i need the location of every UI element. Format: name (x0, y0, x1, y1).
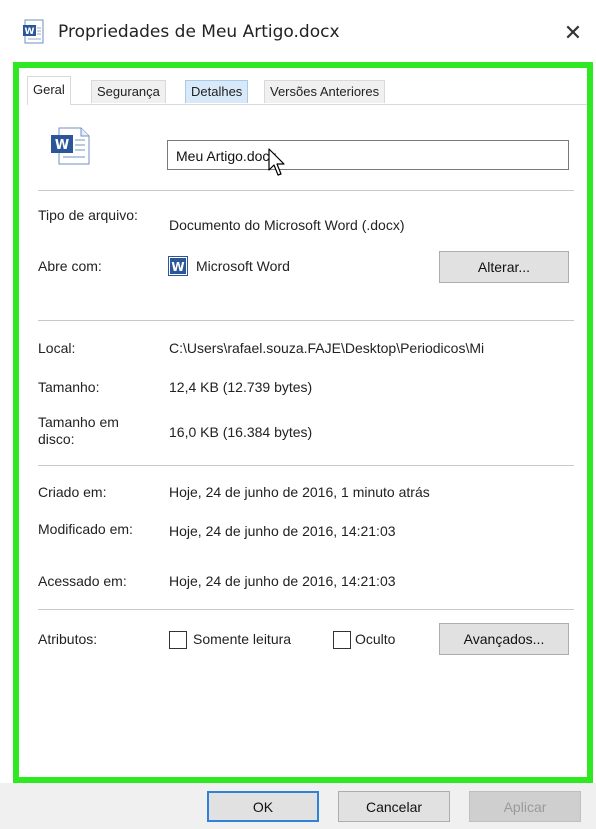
readonly-checkbox[interactable] (169, 631, 187, 649)
size-on-disk-label: Tamanho em disco: (38, 414, 119, 447)
size-label: Tamanho: (38, 379, 100, 395)
tab-details[interactable]: Detalhes (185, 80, 249, 103)
location-label: Local: (38, 340, 76, 356)
mouse-cursor-icon (268, 148, 285, 176)
change-button[interactable]: Alterar... (439, 251, 569, 283)
modified-value: Hoje, 24 de junho de 2016, 14:21:03 (169, 523, 396, 539)
accessed-value: Hoje, 24 de junho de 2016, 14:21:03 (169, 573, 396, 589)
title-bar[interactable]: W Propriedades de Meu Artigo.docx ✕ (0, 0, 596, 62)
created-value: Hoje, 24 de junho de 2016, 1 minuto atrá… (169, 484, 430, 500)
file-type-label: Tipo de arquivo: (38, 207, 138, 223)
opens-with-label: Abre com: (38, 258, 102, 274)
opens-with-value: Microsoft Word (196, 258, 290, 274)
accessed-label: Acessado em: (38, 573, 127, 589)
svg-text:W: W (55, 138, 69, 153)
svg-text:W: W (171, 260, 184, 274)
word-app-icon: W (168, 256, 188, 276)
highlight-frame: Geral Segurança Detalhes Versões Anterio… (13, 62, 593, 783)
tab-content-general: Geral Segurança Detalhes Versões Anterio… (19, 68, 587, 777)
dialog-footer: OK Cancelar Aplicar (0, 783, 596, 829)
window-title: Propriedades de Meu Artigo.docx (58, 22, 340, 42)
cancel-button[interactable]: Cancelar (338, 791, 450, 822)
separator (38, 609, 574, 610)
tab-strip: Geral Segurança Detalhes Versões Anterio… (27, 76, 587, 105)
hidden-label[interactable]: Oculto (355, 631, 395, 648)
readonly-label[interactable]: Somente leitura (193, 631, 291, 648)
created-label: Criado em: (38, 484, 107, 500)
close-button[interactable]: ✕ (556, 18, 590, 48)
modified-label: Modificado em: (38, 521, 133, 537)
separator (38, 465, 574, 466)
ok-button[interactable]: OK (207, 791, 319, 822)
word-document-large-icon: W (51, 127, 90, 165)
file-name-field[interactable]: Meu Artigo.docx (167, 140, 569, 170)
size-value: 12,4 KB (12.739 bytes) (169, 379, 313, 395)
hidden-checkbox[interactable] (333, 631, 351, 649)
attributes-label: Atributos: (38, 631, 98, 647)
tab-security[interactable]: Segurança (91, 80, 166, 103)
properties-dialog: W Propriedades de Meu Artigo.docx ✕ Gera… (0, 0, 596, 829)
advanced-button[interactable]: Avançados... (439, 623, 569, 655)
apply-button[interactable]: Aplicar (469, 791, 581, 822)
separator (38, 320, 574, 321)
file-type-value: Documento do Microsoft Word (.docx) (169, 217, 405, 233)
tab-previous-versions[interactable]: Versões Anteriores (264, 80, 386, 103)
size-on-disk-value: 16,0 KB (16.384 bytes) (169, 424, 313, 440)
tab-general[interactable]: Geral (27, 76, 71, 105)
location-value: C:\Users\rafael.souza.FAJE\Desktop\Perio… (169, 340, 485, 356)
svg-text:W: W (25, 27, 35, 37)
separator (38, 190, 574, 191)
word-document-icon: W (23, 19, 44, 44)
close-icon: ✕ (563, 20, 583, 46)
